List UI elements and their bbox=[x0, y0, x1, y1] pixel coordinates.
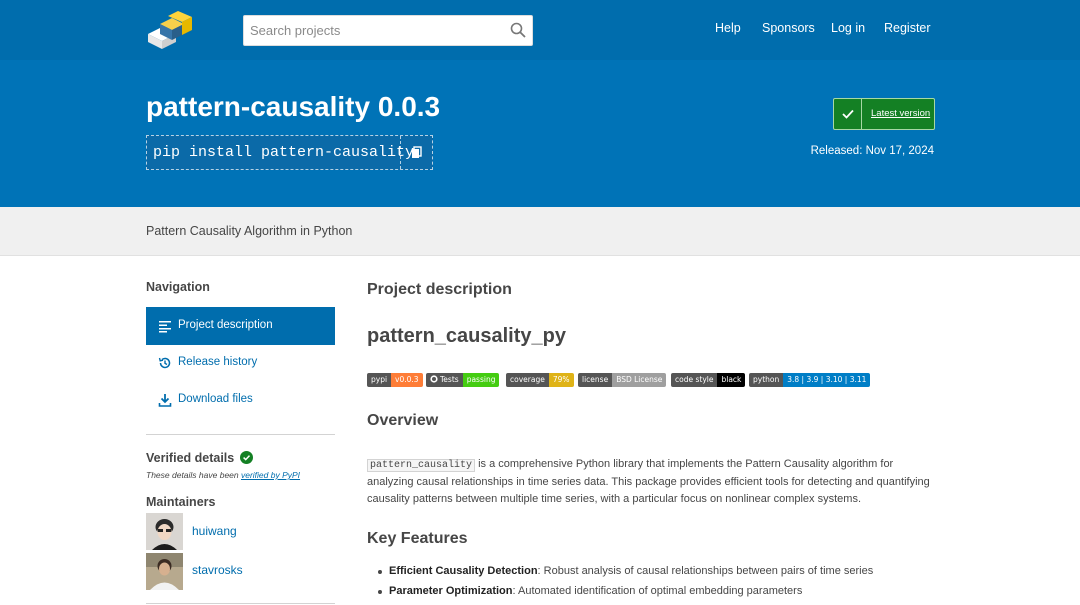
sidebar-item-label: Download files bbox=[178, 393, 253, 405]
pypi-badge[interactable]: pypi v0.0.3 bbox=[367, 373, 423, 387]
maintainers-heading: Maintainers bbox=[146, 495, 216, 509]
sidebar-item-project-description[interactable]: Project description bbox=[146, 307, 335, 345]
avatar[interactable] bbox=[146, 553, 183, 590]
badge-value: BSD License bbox=[612, 373, 667, 387]
badge-value: v0.0.3 bbox=[391, 373, 423, 387]
verified-details-label: Verified details bbox=[146, 451, 235, 465]
verified-note: These details have been verified by PyPI bbox=[146, 470, 300, 480]
badge-value: 79% bbox=[548, 373, 574, 387]
avatar[interactable] bbox=[146, 513, 183, 550]
section-title: Project description bbox=[367, 281, 512, 298]
badge-value: 3.8 | 3.9 | 3.10 | 3.11 bbox=[783, 373, 871, 387]
package-title: pattern-causality 0.0.3 bbox=[146, 91, 441, 122]
verified-by-pypi-link[interactable]: verified by PyPI bbox=[241, 470, 300, 480]
badge-label: license bbox=[578, 373, 613, 387]
inline-code: pattern_causality bbox=[367, 459, 476, 472]
pip-command-box: pip install pattern-causality bbox=[146, 135, 433, 170]
list-item: Efficient Causality Detection: Robust an… bbox=[377, 565, 874, 577]
verified-note-text: These details have been bbox=[146, 470, 241, 480]
badge-value: passing bbox=[462, 373, 500, 387]
navigation-heading: Navigation bbox=[146, 280, 210, 294]
sidebar-item-label: Project description bbox=[178, 319, 273, 331]
coverage-badge[interactable]: coverage 79% bbox=[506, 373, 574, 387]
nav-register-link[interactable]: Register bbox=[884, 21, 931, 35]
code-style-badge[interactable]: code style black bbox=[671, 373, 746, 387]
copy-icon bbox=[412, 146, 422, 158]
nav-login-link[interactable]: Log in bbox=[831, 21, 865, 35]
latest-version-label: Latest version bbox=[871, 108, 931, 119]
site-header: Help Sponsors Log in Register bbox=[0, 0, 1080, 60]
nav-sponsors-link[interactable]: Sponsors bbox=[762, 21, 815, 35]
sidebar-item-label: Release history bbox=[178, 356, 258, 368]
sidebar-divider bbox=[146, 434, 335, 435]
badge-label-text: Tests bbox=[440, 375, 459, 384]
pip-command: pip install pattern-causality bbox=[153, 144, 415, 161]
nav-help-link[interactable]: Help bbox=[715, 21, 741, 35]
badge-label: python bbox=[749, 373, 784, 387]
badge-value: black bbox=[717, 373, 746, 387]
search-icon[interactable] bbox=[510, 22, 526, 38]
latest-version-button[interactable]: Latest version bbox=[833, 98, 935, 130]
sidebar-divider bbox=[146, 603, 335, 604]
history-icon bbox=[158, 357, 171, 369]
copy-button[interactable] bbox=[400, 136, 432, 169]
check-icon bbox=[834, 99, 862, 129]
maintainer-link-stavrosks[interactable]: stavrosks bbox=[192, 563, 243, 577]
sidebar-item-release-history[interactable]: Release history bbox=[146, 344, 335, 382]
release-date: Released: Nov 17, 2024 bbox=[810, 145, 934, 157]
license-badge[interactable]: license BSD License bbox=[578, 373, 667, 387]
badge-label: pypi bbox=[367, 373, 392, 387]
search-input[interactable] bbox=[244, 16, 502, 45]
badge-label: Tests bbox=[426, 373, 463, 387]
align-left-icon bbox=[159, 321, 171, 333]
badge-label: code style bbox=[671, 373, 718, 387]
package-summary-bar: Pattern Causality Algorithm in Python bbox=[0, 207, 1080, 256]
verified-check-icon bbox=[239, 451, 253, 464]
maintainer-link-huiwang[interactable]: huiwang bbox=[192, 524, 237, 538]
package-summary: Pattern Causality Algorithm in Python bbox=[146, 224, 353, 238]
badge-label: coverage bbox=[506, 373, 549, 387]
readme-title: pattern_causality_py bbox=[367, 325, 566, 347]
python-badge[interactable]: python 3.8 | 3.9 | 3.10 | 3.11 bbox=[749, 373, 871, 387]
feature-text: : Automated identification of optimal em… bbox=[512, 585, 803, 597]
tests-badge[interactable]: Tests passing bbox=[426, 373, 500, 387]
pypi-logo-icon[interactable] bbox=[146, 10, 193, 50]
download-icon bbox=[158, 394, 172, 407]
feature-name: Parameter Optimization bbox=[389, 585, 513, 597]
github-icon bbox=[430, 375, 438, 383]
feature-text: : Robust analysis of causal relationship… bbox=[537, 565, 874, 577]
key-features-heading: Key Features bbox=[367, 530, 468, 547]
list-item: Parameter Optimization: Automated identi… bbox=[377, 585, 803, 597]
overview-heading: Overview bbox=[367, 412, 439, 429]
verified-details-heading: Verified details bbox=[146, 451, 253, 465]
sidebar-item-download-files[interactable]: Download files bbox=[146, 381, 335, 419]
feature-name: Efficient Causality Detection bbox=[389, 565, 538, 577]
package-banner: pattern-causality 0.0.3 pip install patt… bbox=[0, 60, 1080, 207]
overview-paragraph: pattern_causality is a comprehensive Pyt… bbox=[367, 456, 937, 508]
search-box bbox=[243, 15, 533, 46]
